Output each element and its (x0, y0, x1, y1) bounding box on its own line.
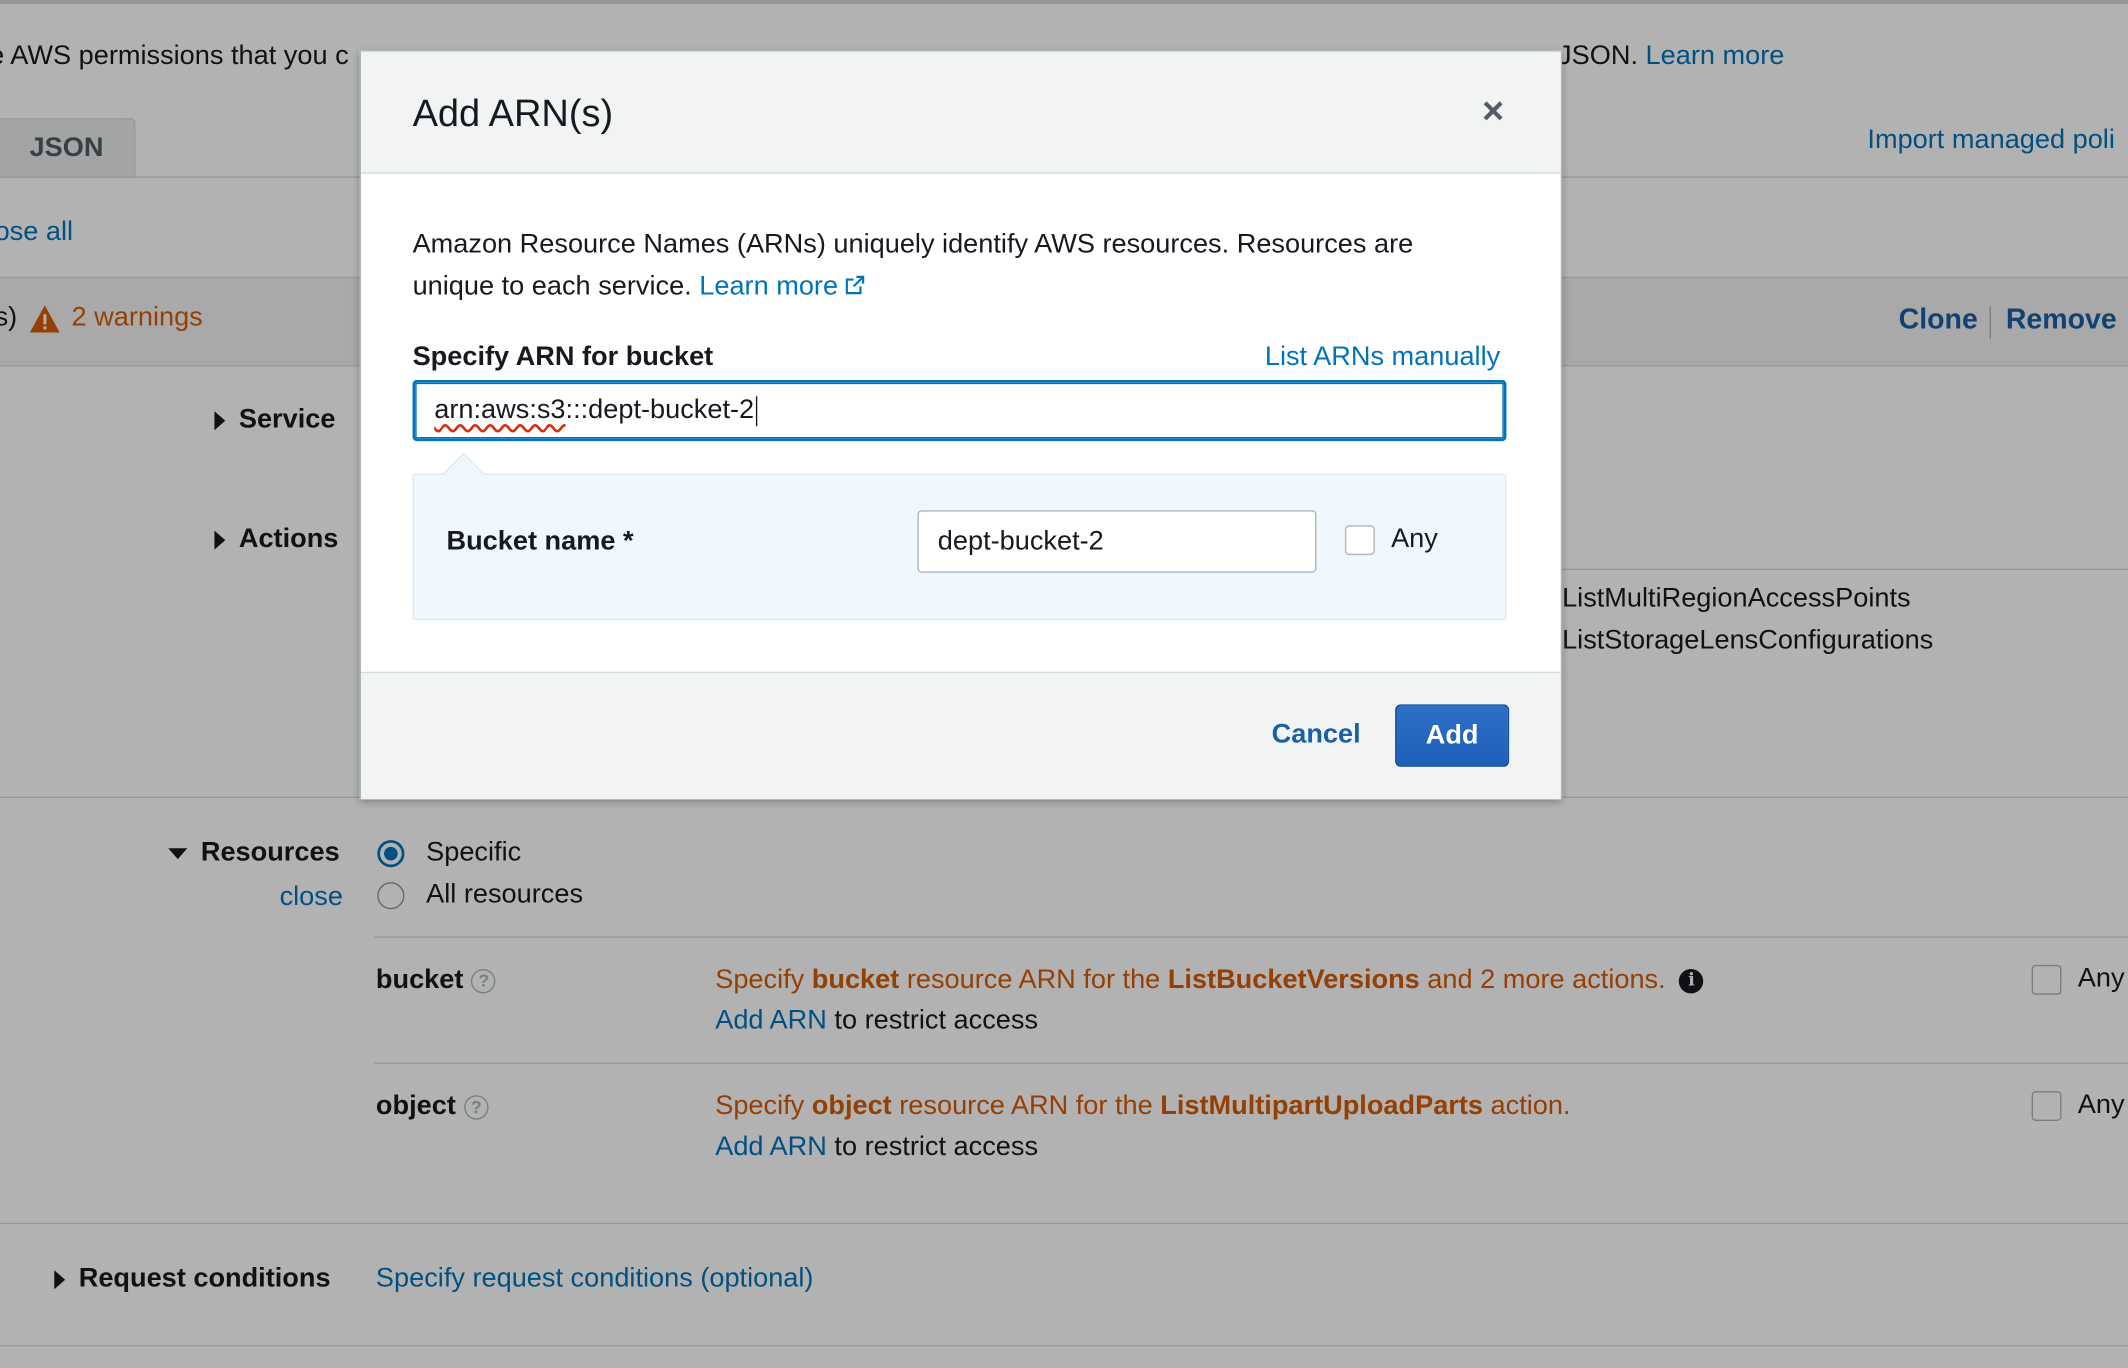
bucket-name-label: Bucket name * (446, 526, 634, 557)
specify-arn-label: Specify ARN for bucket (412, 341, 714, 372)
add-button[interactable]: Add (1395, 704, 1510, 767)
arn-builder-panel: Bucket name * dept-bucket-2 Any (412, 452, 1507, 621)
text-cursor (755, 395, 758, 426)
dialog-title: Add ARN(s) (412, 92, 614, 135)
close-icon[interactable]: × (1482, 92, 1504, 130)
list-arns-manually-link[interactable]: List ARNs manually (1265, 342, 1500, 373)
dialog-header: Add ARN(s) × (360, 51, 1561, 174)
cancel-button[interactable]: Cancel (1272, 719, 1361, 750)
dialog-footer: Cancel Add (360, 671, 1561, 800)
page: e AWS permissions that you c JSON. Learn… (0, 0, 2128, 1368)
checkbox[interactable] (1344, 524, 1375, 555)
panel-pointer (443, 452, 484, 494)
external-link-icon (845, 275, 864, 295)
any-bucket-checkbox[interactable]: Any (1344, 524, 1438, 555)
arn-input[interactable]: arn:aws:s3:::dept-bucket-2 (412, 379, 1507, 442)
dialog-description: Amazon Resource Names (ARNs) uniquely id… (412, 229, 1414, 302)
learn-more-link[interactable]: Learn more (699, 271, 865, 301)
add-arn-dialog: Add ARN(s) × Amazon Resource Names (ARNs… (359, 50, 1563, 800)
bucket-name-input[interactable]: dept-bucket-2 (917, 510, 1317, 573)
